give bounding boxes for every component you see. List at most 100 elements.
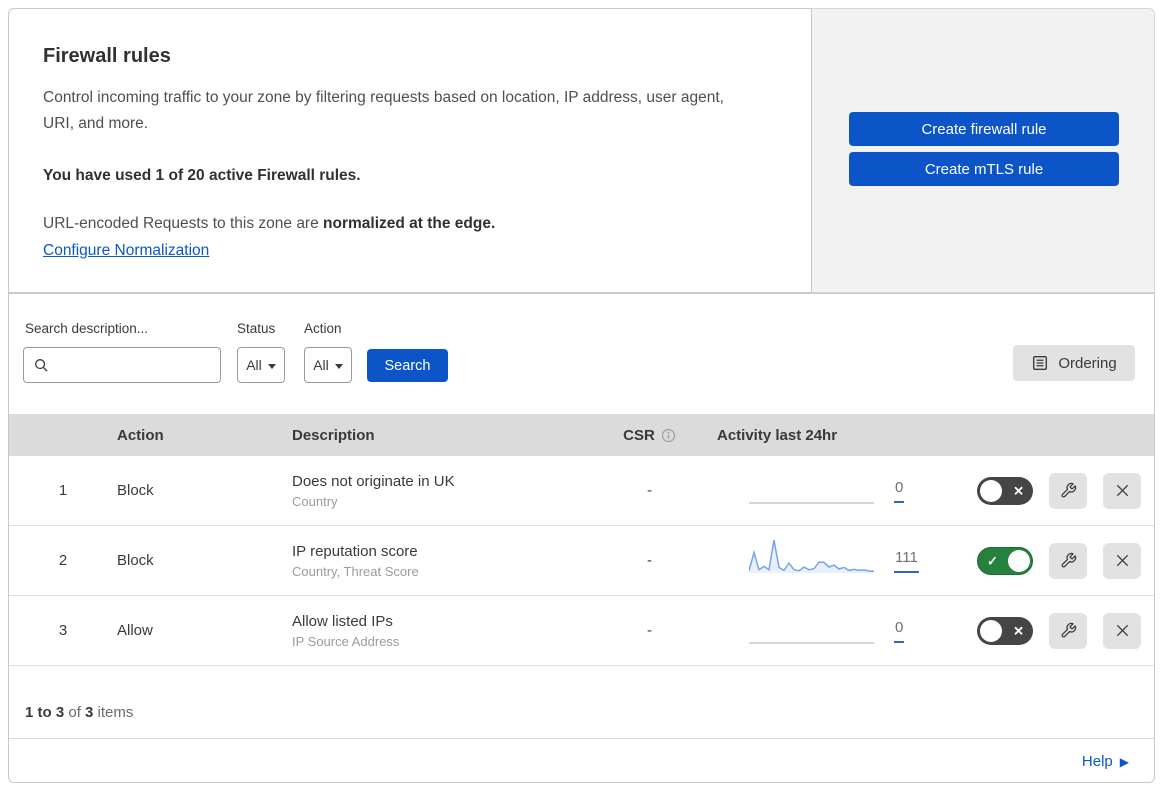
rule-csr-value: - <box>647 552 652 569</box>
actions-panel: Create firewall rule Create mTLS rule <box>812 8 1155 293</box>
filter-bar: Search description... Status Action All … <box>9 294 1154 414</box>
configure-normalization-link[interactable]: Configure Normalization <box>43 242 209 259</box>
table-header: Action Description CSR Activity last 24h… <box>9 414 1154 456</box>
help-link-label: Help <box>1081 753 1113 770</box>
info-icon[interactable] <box>661 428 676 443</box>
x-icon: ✕ <box>1013 483 1024 498</box>
rule-controls: ✓ ✕ <box>937 472 1154 509</box>
ordering-button[interactable]: Ordering <box>1013 345 1135 381</box>
create-firewall-rule-button[interactable]: Create firewall rule <box>849 112 1119 146</box>
edit-rule-button[interactable] <box>1049 472 1087 509</box>
rule-criteria: Country <box>292 493 338 509</box>
rule-priority: 2 <box>58 552 68 569</box>
table-row: 2 Block IP reputation score Country, Thr… <box>9 526 1154 596</box>
status-filter-value: All <box>246 357 262 373</box>
page-title: Firewall rules <box>43 45 171 67</box>
firewall-rules-intro-card: Firewall rules Control incoming traffic … <box>8 8 812 293</box>
search-description-label: Search description... <box>25 321 149 336</box>
rule-priority: 1 <box>58 482 68 499</box>
normalization-bold-text: normalized at the edge. <box>323 215 496 232</box>
wrench-icon <box>1061 552 1076 568</box>
table-row: 1 Block Does not originate in UK Country… <box>9 456 1154 526</box>
rule-criteria: Country, Threat Score <box>292 563 419 579</box>
delete-rule-button[interactable] <box>1103 612 1141 649</box>
list-icon <box>1033 356 1048 370</box>
activity-count-link[interactable]: 0 <box>894 479 905 503</box>
rule-description: Allow listed IPs <box>292 612 393 630</box>
rule-description: IP reputation score <box>292 542 418 560</box>
search-button[interactable]: Search <box>367 349 448 382</box>
items-count-of: of <box>64 704 86 721</box>
edit-rule-button[interactable] <box>1049 542 1087 579</box>
usage-notice: You have used 1 of 20 active Firewall ru… <box>43 167 361 184</box>
action-filter-dropdown[interactable]: All <box>304 347 352 383</box>
card-footer: Help ▶ <box>9 739 1154 782</box>
rule-csr-value: - <box>647 622 652 639</box>
x-icon: ✕ <box>1013 623 1024 638</box>
rule-action: Allow <box>117 622 153 639</box>
items-count: 1 to 3 of 3 items <box>9 666 1154 739</box>
rule-action: Block <box>117 482 154 499</box>
wrench-icon <box>1061 622 1076 638</box>
rule-enabled-toggle[interactable]: ✓ ✕ <box>977 616 1033 645</box>
column-csr-label: CSR <box>623 426 655 444</box>
column-description: Description <box>292 426 375 444</box>
chevron-down-icon <box>267 363 276 369</box>
items-count-suffix: items <box>93 704 134 721</box>
rule-description: Does not originate in UK <box>292 472 455 490</box>
normalization-text: URL-encoded Requests to this zone are <box>43 215 324 232</box>
chevron-down-icon <box>334 363 343 369</box>
close-icon <box>1116 484 1128 497</box>
delete-rule-button[interactable] <box>1103 542 1141 579</box>
page-description: Control incoming traffic to your zone by… <box>43 89 724 132</box>
rule-description-cell: IP reputation score Country, Threat Scor… <box>292 543 607 579</box>
rule-criteria: IP Source Address <box>292 633 400 649</box>
rule-activity-cell: 0 <box>692 466 937 516</box>
column-activity-label: Activity last 24hr <box>717 426 838 444</box>
wrench-icon <box>1061 482 1076 498</box>
rule-action: Block <box>117 552 154 569</box>
action-label: Action <box>304 321 342 336</box>
search-input[interactable] <box>56 356 206 374</box>
rule-priority: 3 <box>58 622 68 639</box>
rule-enabled-toggle[interactable]: ✓ ✕ <box>977 546 1033 575</box>
status-filter-dropdown[interactable]: All <box>237 347 285 383</box>
rule-description-cell: Does not originate in UK Country <box>292 473 607 509</box>
help-link[interactable]: Help ▶ <box>1082 753 1129 770</box>
ordering-button-label: Ordering <box>1058 354 1117 372</box>
column-csr: CSR <box>607 427 692 444</box>
rule-controls: ✓ ✕ <box>937 612 1154 649</box>
rule-enabled-toggle[interactable]: ✓ ✕ <box>977 476 1033 505</box>
search-input-wrapper <box>23 347 221 383</box>
normalization-notice: URL-encoded Requests to this zone are no… <box>43 215 771 233</box>
toggle-knob <box>980 619 1002 642</box>
activity-sparkline <box>749 501 874 504</box>
edit-rule-button[interactable] <box>1049 612 1087 649</box>
column-activity: Activity last 24hr <box>692 427 937 444</box>
status-label: Status <box>237 321 276 336</box>
activity-count-link[interactable]: 111 <box>894 549 919 573</box>
search-icon <box>35 358 48 372</box>
table-row: 3 Allow Allow listed IPs IP Source Addre… <box>9 596 1154 666</box>
create-mtls-rule-button[interactable]: Create mTLS rule <box>849 152 1119 186</box>
action-filter-value: All <box>313 357 329 373</box>
rule-activity-cell: 0 <box>692 606 937 656</box>
rule-activity-cell: 111 <box>692 536 937 586</box>
rule-csr-value: - <box>647 482 652 499</box>
delete-rule-button[interactable] <box>1103 472 1141 509</box>
toggle-knob <box>980 479 1002 502</box>
activity-sparkline <box>749 641 874 644</box>
toggle-knob <box>1008 549 1030 572</box>
column-action: Action <box>117 426 164 444</box>
close-icon <box>1116 624 1128 637</box>
rule-controls: ✓ ✕ <box>937 542 1154 579</box>
arrow-right-icon: ▶ <box>1119 754 1129 769</box>
activity-sparkline <box>749 539 874 573</box>
rules-list-card: Search description... Status Action All … <box>8 293 1155 783</box>
check-icon: ✓ <box>987 553 998 568</box>
rules-table-body: 1 Block Does not originate in UK Country… <box>9 456 1154 666</box>
close-icon <box>1116 554 1128 567</box>
rule-description-cell: Allow listed IPs IP Source Address <box>292 613 607 649</box>
items-count-range: 1 to 3 <box>25 704 65 721</box>
activity-count-link[interactable]: 0 <box>894 619 905 643</box>
